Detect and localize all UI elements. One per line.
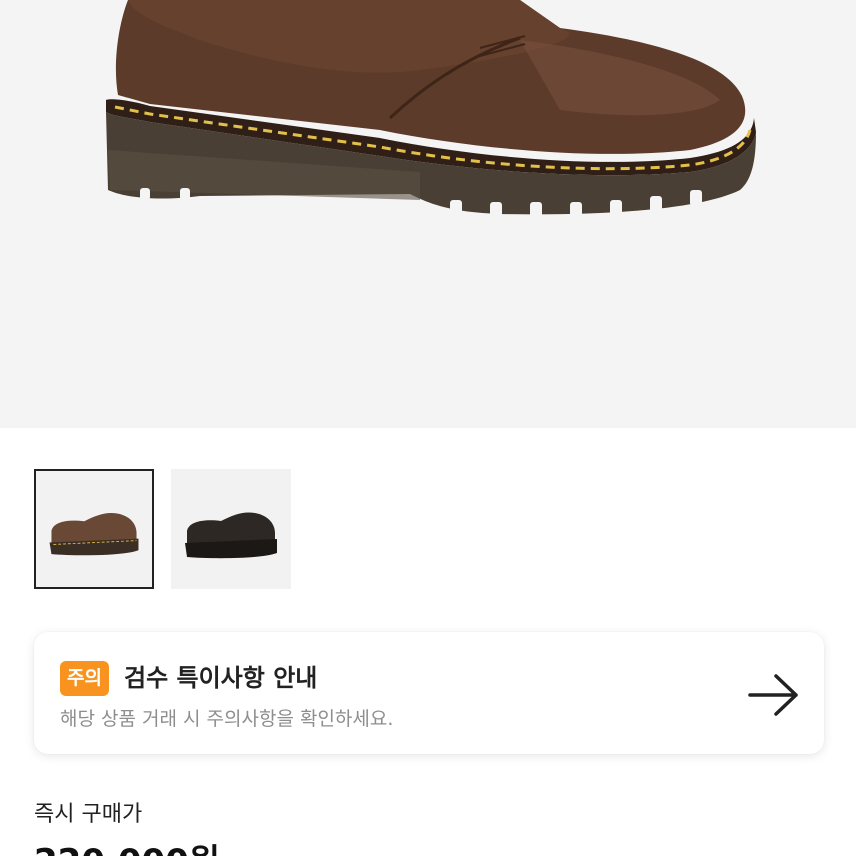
brown-shoe-thumbnail-image xyxy=(49,513,139,556)
product-page: 주의 검수 특이사항 안내 해당 상품 거래 시 주의사항을 확인하세요. 즉시… xyxy=(0,0,856,856)
thumbnail-black-shoe[interactable] xyxy=(171,469,291,589)
notice-title: 검수 특이사항 안내 xyxy=(124,664,318,692)
brown-shoe-image xyxy=(106,0,756,218)
thumbnail-list xyxy=(34,469,291,589)
instant-buy-price-value: 220,000원 xyxy=(34,840,220,856)
black-shoe-thumbnail-image xyxy=(185,512,277,559)
thumbnail-brown-shoe[interactable] xyxy=(34,469,154,589)
arrow-right-icon xyxy=(748,674,798,716)
inspection-notice-card[interactable]: 주의 검수 특이사항 안내 해당 상품 거래 시 주의사항을 확인하세요. xyxy=(34,632,824,754)
instant-buy-price-label: 즉시 구매가 xyxy=(34,802,143,827)
caution-badge: 주의 xyxy=(60,661,109,696)
product-main-image[interactable] xyxy=(0,0,856,428)
notice-description: 해당 상품 거래 시 주의사항을 확인하세요. xyxy=(60,708,394,730)
